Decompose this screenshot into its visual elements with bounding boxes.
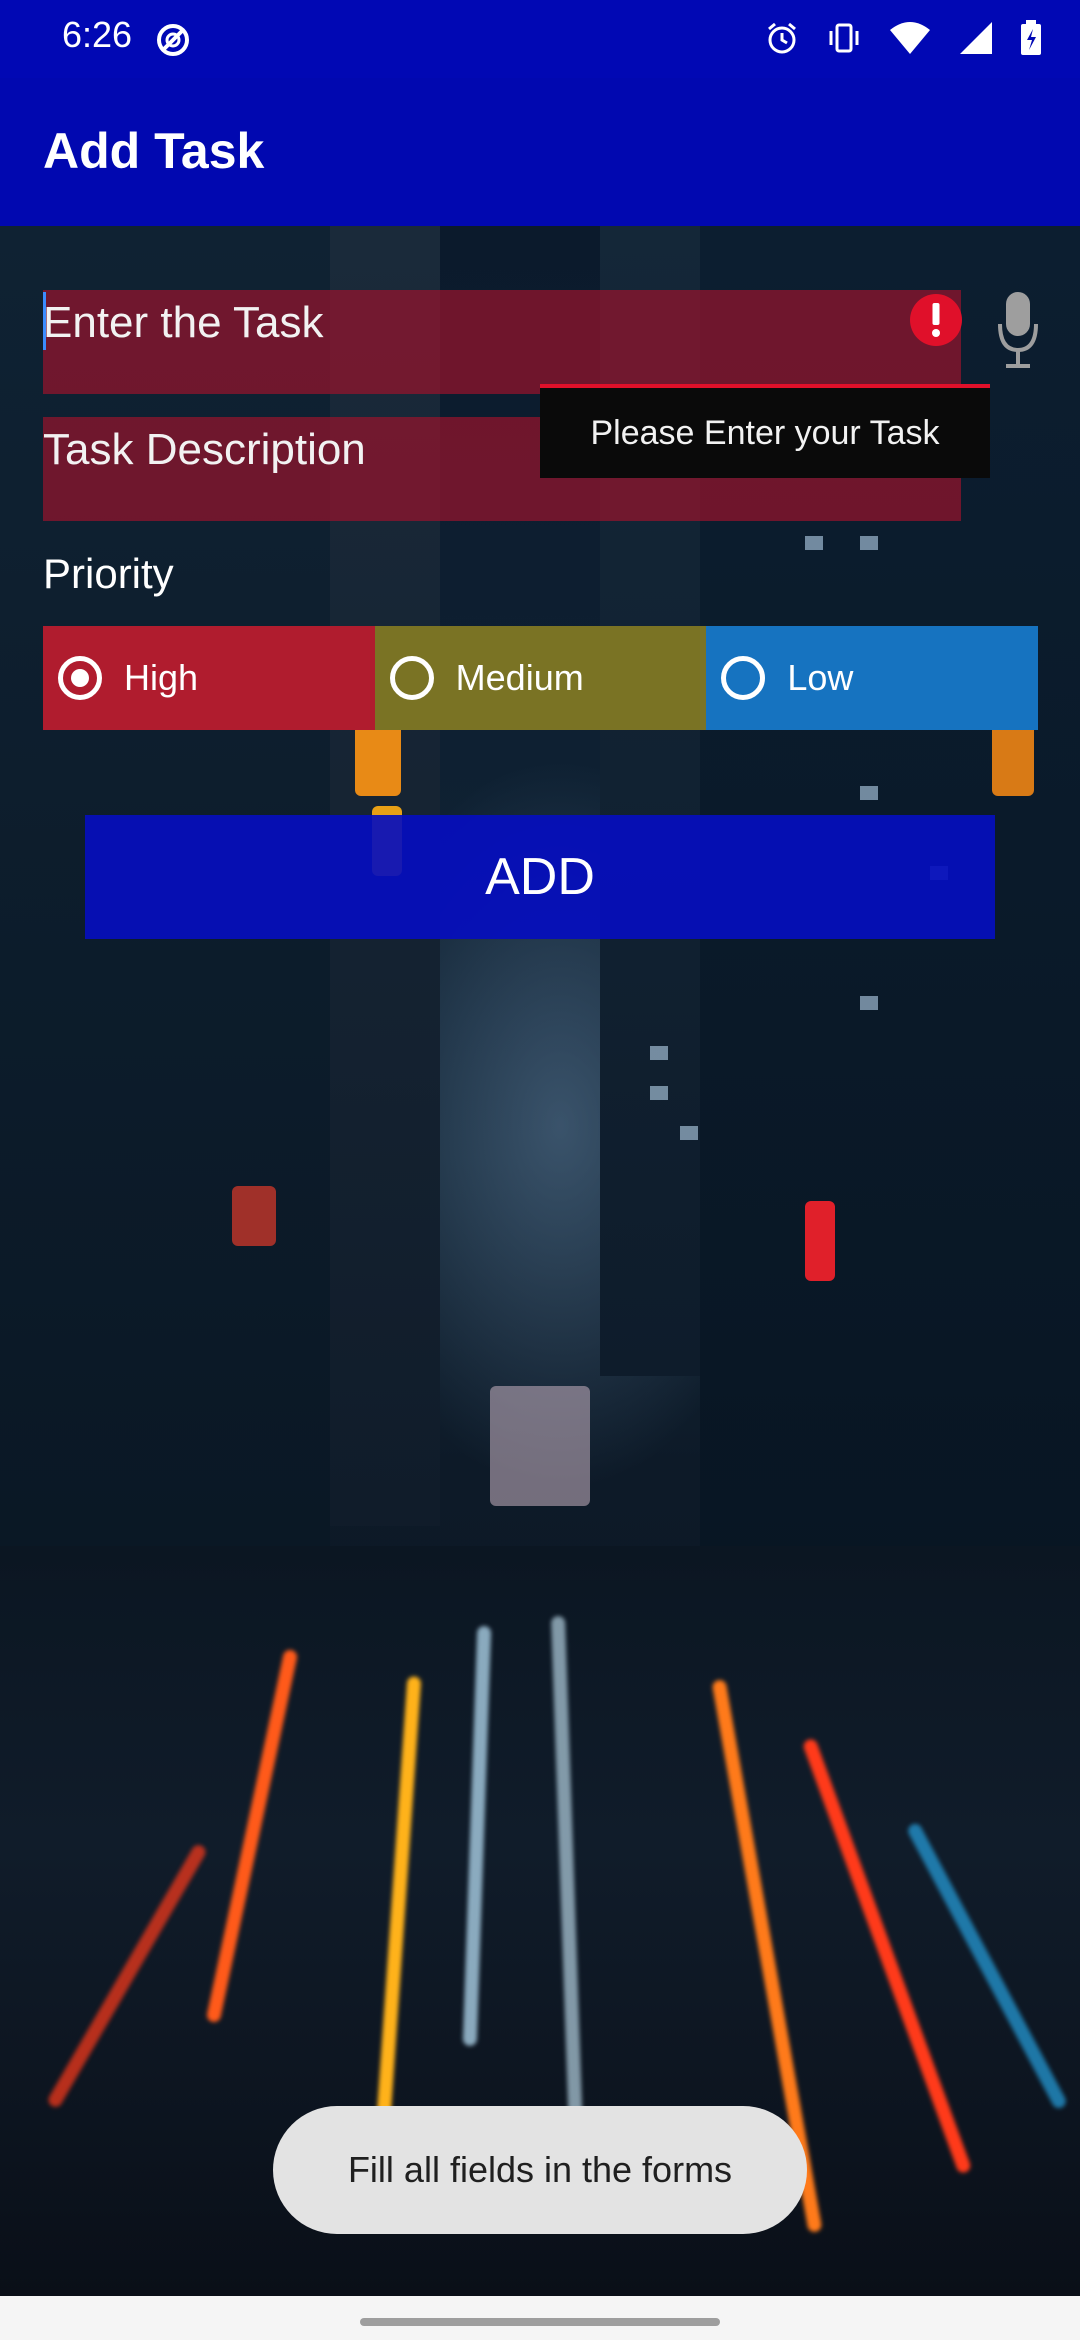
radio-button[interactable] <box>721 656 766 700</box>
priority-option-label: High <box>124 657 199 698</box>
priority-option-high[interactable]: High <box>43 626 375 730</box>
alarm-icon <box>768 22 796 54</box>
home-gesture-handle[interactable] <box>360 2318 720 2326</box>
priority-radio-group: High Medium Low <box>43 626 1039 730</box>
radio-button[interactable] <box>389 656 434 700</box>
do-not-disturb-icon <box>157 24 189 56</box>
error-icon[interactable] <box>908 292 964 348</box>
page-title: Add Task <box>43 123 265 179</box>
priority-option-low[interactable]: Low <box>706 626 1039 730</box>
status-bar: 6:26 <box>0 0 1080 78</box>
priority-label: Priority <box>43 550 174 597</box>
error-tooltip: Please Enter your Task <box>540 384 990 478</box>
radio-button[interactable] <box>58 656 102 700</box>
battery-icon <box>1021 20 1041 55</box>
toast-message: Fill all fields in the forms <box>273 2106 807 2234</box>
vibrate-icon <box>829 23 859 53</box>
navigation-bar <box>0 2296 1080 2340</box>
task-input-placeholder: Enter the Task <box>43 298 324 347</box>
add-button[interactable]: ADD <box>85 815 995 939</box>
priority-option-label: Medium <box>455 657 584 698</box>
priority-option-label: Low <box>787 657 854 698</box>
task-input[interactable]: Enter the Task <box>43 290 961 394</box>
app-bar: Add Task <box>0 78 1080 226</box>
signal-icon <box>960 22 992 54</box>
wifi-icon <box>890 22 930 54</box>
status-time: 6:26 <box>62 14 133 55</box>
microphone-icon[interactable] <box>996 290 1040 374</box>
background-image <box>0 226 1080 2296</box>
priority-option-medium[interactable]: Medium <box>374 626 707 730</box>
description-input-placeholder: Task Description <box>43 425 366 474</box>
